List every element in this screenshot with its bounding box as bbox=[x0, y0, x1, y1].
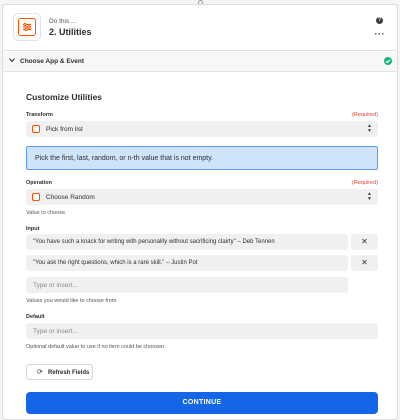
chevron-down-icon bbox=[9, 58, 15, 63]
more-options-icon[interactable]: ··· bbox=[375, 29, 386, 39]
utilities-small-icon bbox=[32, 125, 40, 133]
transform-select[interactable]: Pick from list ▲ ▼ bbox=[26, 121, 378, 137]
check-circle-icon bbox=[384, 57, 392, 65]
utilities-small-icon bbox=[32, 193, 40, 201]
input-label: Input bbox=[26, 226, 40, 232]
form-heading: Customize Utilities bbox=[26, 92, 103, 102]
remove-item-2-button[interactable]: ✕ bbox=[351, 255, 378, 271]
remove-item-1-button[interactable]: ✕ bbox=[351, 234, 378, 250]
continue-button[interactable]: CONTINUE bbox=[26, 392, 378, 414]
input-item-value: "You ask the right questions, which is a… bbox=[33, 260, 198, 266]
updown-chevron-icon: ▲ ▼ bbox=[367, 123, 372, 134]
input-new-item-field[interactable]: Type or insert... bbox=[26, 277, 348, 293]
default-help: Optional default value to use if no item… bbox=[26, 344, 166, 350]
info-text: Pick the first, last, random, or n-th va… bbox=[35, 155, 214, 162]
utilities-app-icon bbox=[13, 13, 41, 41]
operation-select[interactable]: Choose Random ▲ ▼ bbox=[26, 189, 378, 205]
step-header[interactable]: Do this ... 2. Utilities ? ··· bbox=[3, 5, 397, 51]
info-box: Pick the first, last, random, or n-th va… bbox=[26, 146, 378, 170]
transform-required: (Required) bbox=[352, 112, 378, 118]
refresh-fields-button[interactable]: ⟳ Refresh Fields bbox=[26, 364, 93, 380]
step-card: Do this ... 2. Utilities ? ··· Choose Ap… bbox=[2, 4, 398, 420]
input-item-2[interactable]: "You ask the right questions, which is a… bbox=[26, 255, 348, 271]
default-placeholder: Type or insert... bbox=[33, 328, 78, 335]
transform-value: Pick from list bbox=[46, 126, 83, 133]
step-title: 2. Utilities bbox=[49, 27, 92, 37]
help-icon[interactable]: ? bbox=[376, 17, 383, 24]
input-placeholder: Type or insert... bbox=[33, 282, 78, 289]
refresh-label: Refresh Fields bbox=[48, 370, 90, 376]
section-label: Choose App & Event bbox=[20, 58, 85, 65]
section-choose-app-event[interactable]: Choose App & Event bbox=[3, 52, 397, 72]
input-help: Values you would like to choose from. bbox=[26, 298, 118, 304]
operation-required: (Required) bbox=[352, 180, 378, 186]
operation-help: Value to choose. bbox=[26, 210, 67, 216]
input-item-1[interactable]: "You have such a knack for writing with … bbox=[26, 234, 348, 250]
refresh-icon: ⟳ bbox=[37, 369, 43, 376]
step-subtitle: Do this ... bbox=[49, 18, 77, 25]
transform-label: Transform bbox=[26, 112, 53, 118]
default-field[interactable]: Type or insert... bbox=[26, 323, 378, 339]
input-item-value: "You have such a knack for writing with … bbox=[33, 239, 275, 245]
operation-value: Choose Random bbox=[46, 194, 95, 201]
default-label: Default bbox=[26, 314, 45, 320]
operation-label: Operation bbox=[26, 180, 52, 186]
updown-chevron-icon: ▲ ▼ bbox=[367, 191, 372, 202]
